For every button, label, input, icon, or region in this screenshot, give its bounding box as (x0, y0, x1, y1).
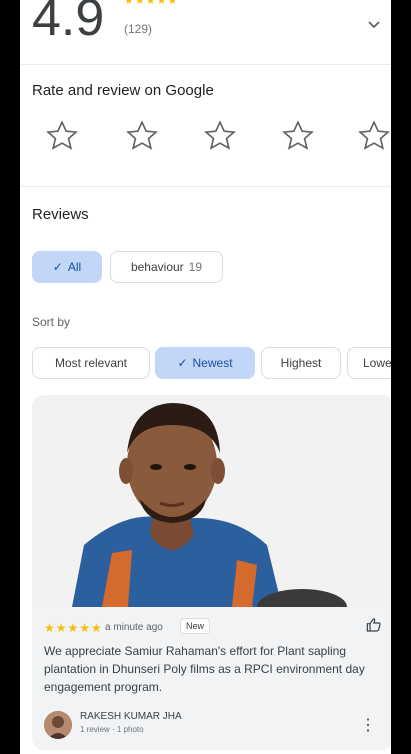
review-count: (129) (124, 22, 153, 36)
author-meta: 1 review · 1 photo (80, 725, 144, 734)
rating-stars: ★★★★★ (124, 0, 179, 7)
sort-by-label: Sort by (32, 315, 71, 329)
star-outline-icon[interactable] (280, 118, 320, 158)
divider (20, 64, 391, 65)
sort-chip-most-relevant[interactable]: Most relevant (32, 347, 150, 379)
sort-chip-lowest[interactable]: Lowest (347, 347, 391, 379)
review-text: We appreciate Samiur Rahaman's effort fo… (44, 644, 365, 694)
divider (20, 186, 391, 187)
sort-chip-label: Most relevant (54, 356, 128, 370)
check-icon: ✓ (52, 260, 63, 274)
review-stars: ★★★★★ (44, 621, 103, 635)
review-card[interactable]: ★★★★★ a minute ago New We appreciate Sam… (32, 395, 391, 750)
sort-chip-label: Highest (280, 356, 322, 370)
sort-chip-label: Lowest (362, 356, 391, 370)
star-outline-icon[interactable] (44, 118, 84, 158)
reviews-panel: 4.9 ★★★★★ (129) Rate and review on Googl… (20, 0, 391, 754)
rate-stars-row (30, 118, 390, 166)
review-time: a minute ago (105, 622, 163, 633)
chevron-down-icon[interactable] (368, 16, 380, 32)
sort-chip-label: Newest (192, 356, 233, 370)
reviews-title: Reviews (32, 206, 89, 223)
rating-value: 4.9 (32, 0, 105, 47)
review-body: ★★★★★ a minute ago New We appreciate Sam… (32, 607, 391, 750)
filter-chip-count: 19 (188, 260, 203, 274)
filter-chip-label: All (67, 260, 82, 274)
left-border (0, 0, 20, 754)
star-outline-icon[interactable] (356, 118, 391, 158)
avatar[interactable] (44, 711, 72, 739)
filter-chip-all[interactable]: ✓ All (32, 251, 102, 283)
thumbs-up-icon[interactable] (366, 617, 382, 638)
star-outline-icon[interactable] (124, 118, 164, 158)
right-border (391, 0, 411, 754)
new-badge: New (180, 618, 211, 634)
sort-chip-highest[interactable]: Highest (261, 347, 341, 379)
rating-summary[interactable]: 4.9 ★★★★★ (129) (32, 0, 382, 52)
check-icon: ✓ (177, 356, 188, 370)
filter-chip-behaviour[interactable]: behaviour 19 (110, 251, 223, 283)
star-outline-icon[interactable] (202, 118, 242, 158)
sort-chip-newest[interactable]: ✓ Newest (155, 347, 255, 379)
filter-chip-label: behaviour (130, 260, 184, 274)
rate-review-title: Rate and review on Google (32, 82, 214, 99)
review-photo[interactable] (32, 395, 391, 607)
more-vert-icon[interactable]: ⋮ (360, 715, 376, 735)
review-author[interactable]: RAKESH KUMAR JHA (80, 711, 182, 722)
